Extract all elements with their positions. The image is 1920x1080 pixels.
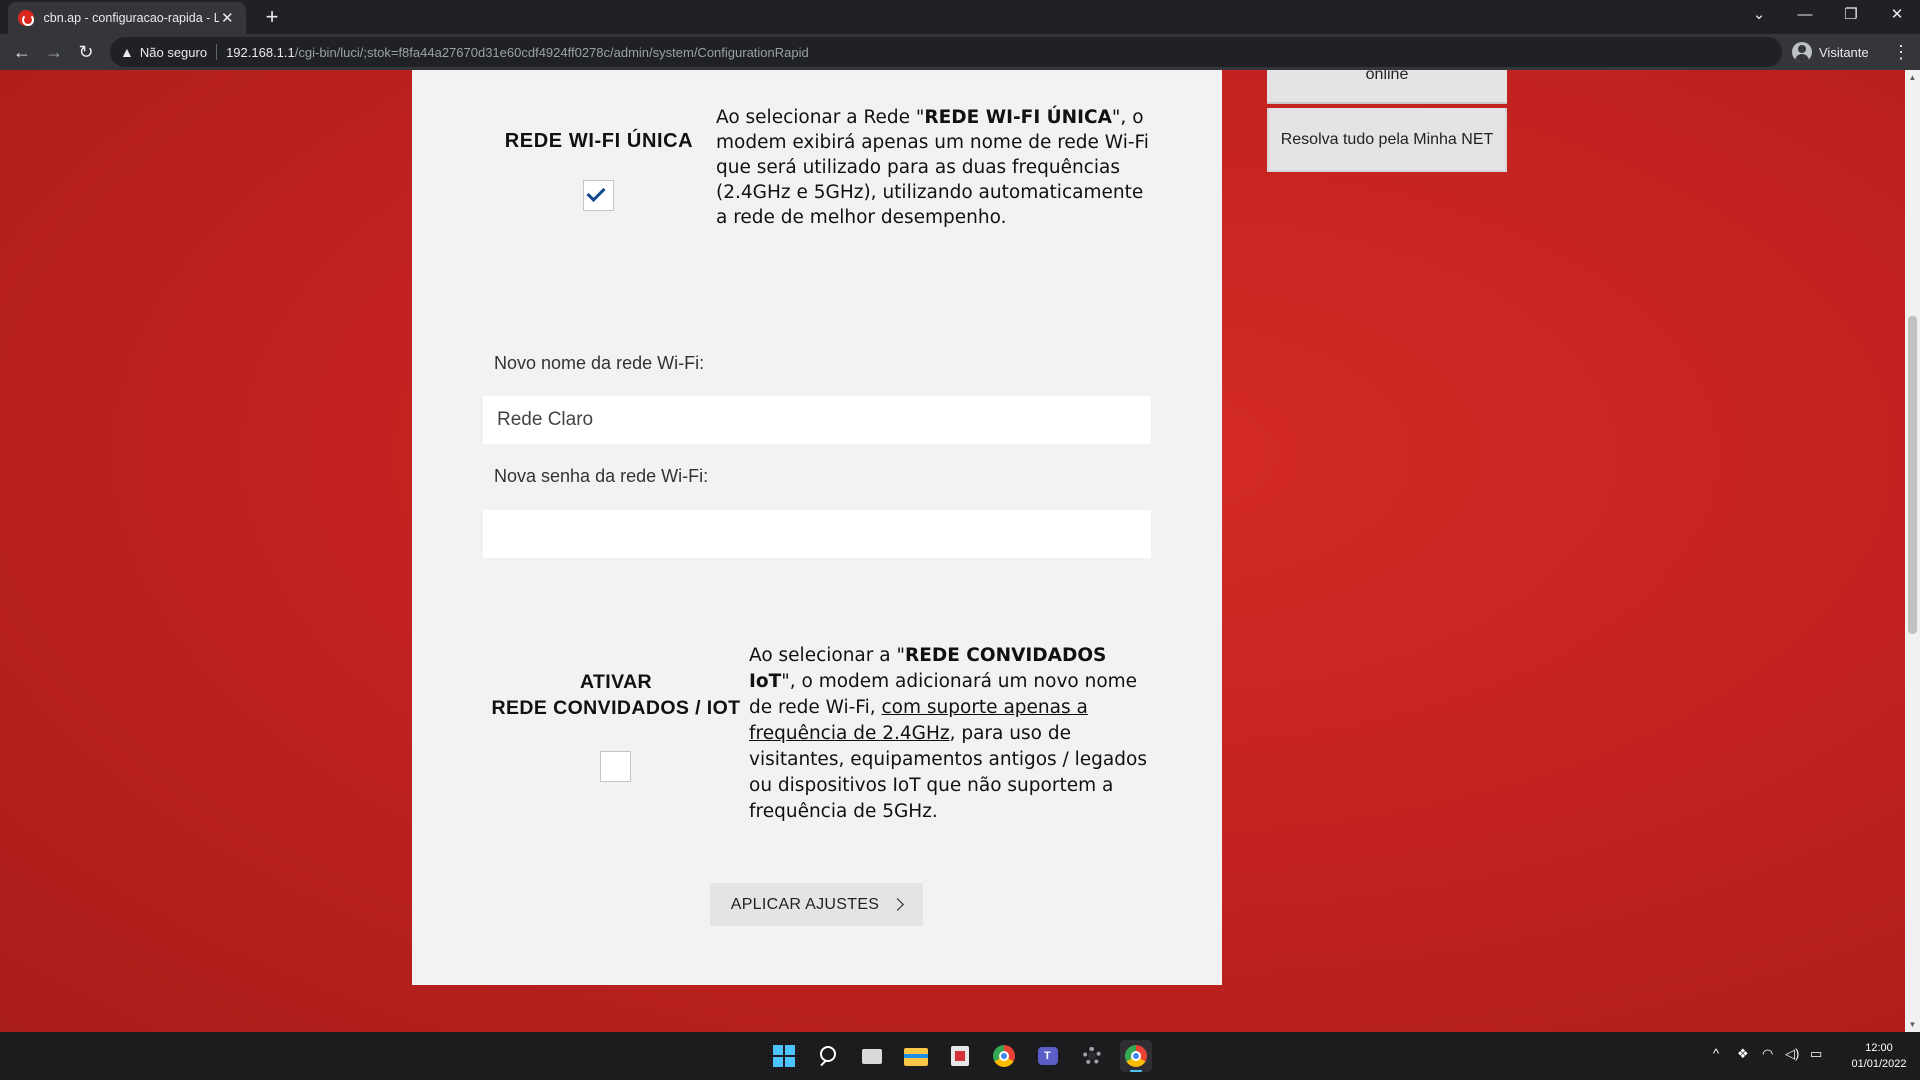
tab-close-icon[interactable]: ✕	[219, 9, 237, 27]
volume-icon[interactable]: ◁)	[1785, 1046, 1799, 1062]
warning-triangle-icon[interactable]: ▲	[120, 44, 134, 60]
browser-tab-active[interactable]: cbn.ap - configuracao-rapida - LuCI ✕	[8, 2, 246, 34]
tray-chevron-up-icon[interactable]: ^	[1713, 1046, 1719, 1061]
unique-wifi-title: REDE WI-FI ÚNICA	[504, 130, 694, 152]
clock-time: 12:00	[1865, 1042, 1893, 1054]
profile-avatar-icon	[1792, 42, 1812, 62]
profile-button[interactable]: Visitante	[1792, 40, 1869, 64]
url-host[interactable]: 192.168.1.1	[226, 45, 295, 60]
task-view-icon[interactable]	[856, 1040, 888, 1072]
taskbar-clock[interactable]: 12:00 01/01/2022	[1843, 1040, 1915, 1072]
settings-gear-icon[interactable]	[1076, 1040, 1108, 1072]
chrome-icon[interactable]	[988, 1040, 1020, 1072]
chrome-active-icon[interactable]	[1120, 1040, 1152, 1072]
store-app-icon[interactable]	[944, 1040, 976, 1072]
guest-iot-description: Ao selecionar a "REDE CONVIDADOS IoT", o…	[749, 645, 1147, 822]
sidebar-link-label: Resolva tudo pela Minha NET	[1280, 131, 1494, 148]
password-label: Nova senha da rede Wi-Fi:	[494, 466, 709, 486]
sidebar-item-label: online	[1365, 70, 1409, 83]
ssid-input[interactable]	[483, 396, 1151, 444]
windows-taskbar: T ^ ❖ ◠ ◁) ▭ 12:00 01/01/2022	[0, 1032, 1920, 1080]
guest-iot-title: ATIVAR REDE CONVIDADOS / IOT	[486, 669, 746, 721]
claro-favicon-icon	[18, 10, 34, 26]
url-path[interactable]: /cgi-bin/luci/;stok=f8fa44a27670d31e60cd…	[295, 45, 809, 60]
battery-icon[interactable]: ▭	[1810, 1046, 1822, 1062]
restore-window-icon[interactable]: ❐	[1828, 0, 1874, 30]
reload-icon[interactable]: ↻	[74, 40, 98, 64]
browser-toolbar: ← → ↻ ▲ Não seguro 192.168.1.1 /cgi-bin/…	[0, 34, 1920, 70]
new-tab-button[interactable]: +	[258, 3, 286, 31]
scroll-up-arrow-icon[interactable]: ▲	[1905, 70, 1920, 85]
browser-menu-icon[interactable]: ⋮	[1892, 40, 1910, 64]
search-icon[interactable]	[812, 1040, 844, 1072]
profile-label: Visitante	[1819, 44, 1869, 60]
clock-date: 01/01/2022	[1851, 1058, 1907, 1070]
tab-search-chevron-icon[interactable]: ⌄	[1736, 0, 1782, 30]
ssid-label: Novo nome da rede Wi-Fi:	[494, 353, 705, 373]
address-separator	[216, 44, 218, 60]
forward-arrow-icon[interactable]: →	[42, 40, 66, 64]
unique-wifi-description-bold: REDE WI-FI ÚNICA	[924, 107, 1112, 128]
start-windows-icon[interactable]	[768, 1040, 800, 1072]
address-bar[interactable]: ▲ Não seguro 192.168.1.1 /cgi-bin/luci/;…	[110, 37, 1782, 67]
password-input[interactable]	[483, 510, 1151, 558]
wifi-icon[interactable]: ◠	[1762, 1046, 1773, 1062]
tab-strip: cbn.ap - configuracao-rapida - LuCI ✕ + …	[0, 0, 1920, 34]
close-window-icon[interactable]: ✕	[1874, 0, 1920, 30]
unique-wifi-checkbox[interactable]	[583, 180, 614, 211]
apply-settings-button[interactable]: APLICAR AJUSTES	[710, 883, 923, 926]
sidebar-item-online[interactable]: online	[1267, 70, 1507, 104]
teams-icon[interactable]: T	[1032, 1040, 1064, 1072]
page-viewport: online Resolva tudo pela Minha NET REDE …	[0, 70, 1905, 1032]
page-scrollbar[interactable]: ▲ ▼	[1905, 70, 1920, 1032]
checkmark-icon	[586, 182, 606, 203]
back-arrow-icon[interactable]: ←	[10, 40, 34, 64]
security-label[interactable]: Não seguro	[140, 45, 207, 60]
file-explorer-icon[interactable]	[900, 1040, 932, 1072]
apply-settings-label: APLICAR AJUSTES	[730, 895, 880, 913]
scroll-thumb[interactable]	[1908, 316, 1917, 634]
scroll-down-arrow-icon[interactable]: ▼	[1905, 1017, 1920, 1032]
chevron-right-icon	[891, 898, 905, 911]
minimize-window-icon[interactable]: —	[1782, 0, 1828, 30]
sidebar-link-minha-net[interactable]: Resolva tudo pela Minha NET	[1267, 108, 1507, 172]
dropbox-icon[interactable]: ❖	[1737, 1046, 1749, 1062]
guest-iot-title-line2: REDE CONVIDADOS / IOT	[491, 697, 741, 719]
tab-title: cbn.ap - configuracao-rapida - LuCI	[43, 11, 219, 25]
unique-wifi-description: Ao selecionar a Rede "REDE WI-FI ÚNICA",…	[716, 107, 1149, 228]
guest-iot-checkbox[interactable]	[600, 751, 631, 782]
guest-iot-title-line1: ATIVAR	[579, 671, 653, 693]
